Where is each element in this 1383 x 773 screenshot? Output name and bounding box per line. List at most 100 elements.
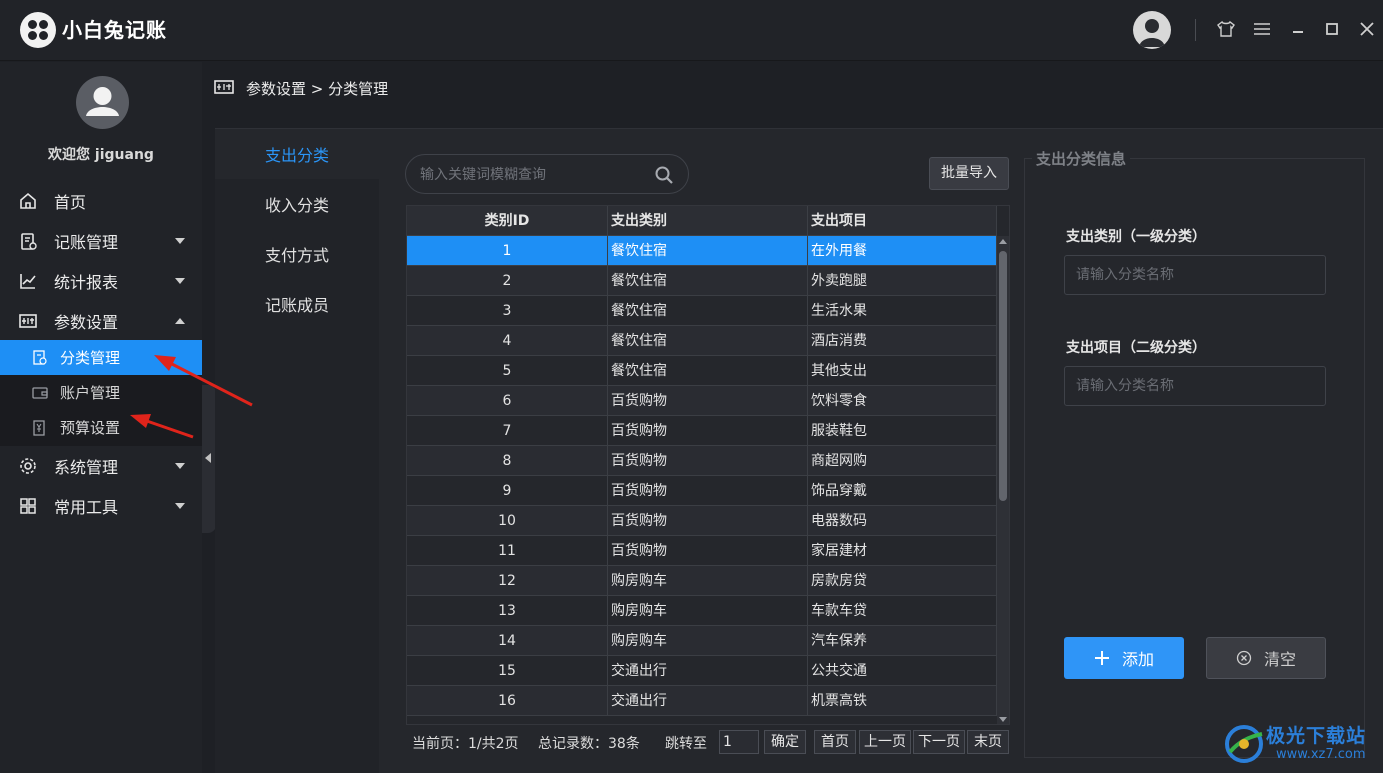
scrollbar-thumb[interactable] [999,251,1007,501]
batch-import-button[interactable]: 批量导入 [929,157,1009,190]
skin-icon[interactable] [1214,16,1238,42]
table-row[interactable]: 1 餐饮住宿 在外用餐 [407,236,997,266]
welcome-text: 欢迎您 jiguang [48,147,154,163]
tab-members[interactable]: 记账成员 [215,279,379,329]
table-row[interactable]: 15 交通出行 公共交通 [407,656,997,686]
column-header-item[interactable]: 支出项目 [808,206,997,236]
cell-item: 车款车贷 [808,596,997,626]
maximize-icon[interactable] [1320,16,1344,42]
user-avatar-icon[interactable] [1133,11,1171,49]
cell-id: 1 [407,236,608,266]
clear-button[interactable]: 清空 [1206,637,1326,679]
gear-icon [18,456,38,476]
table-row[interactable]: 16 交通出行 机票高铁 [407,686,997,716]
category-tabs: 支出分类 收入分类 支付方式 记账成员 [215,129,379,773]
cell-category: 百货购物 [608,416,808,446]
nav-system[interactable]: 系统管理 [0,446,202,486]
nav-params[interactable]: 参数设置 [0,301,202,341]
table-row[interactable]: 9 百货购物 饰品穿戴 [407,476,997,506]
cell-category: 餐饮住宿 [608,356,808,386]
info-panel-title: 支出分类信息 [1032,148,1131,169]
table-header: 类别ID 支出类别 支出项目 [407,206,997,236]
table-row[interactable]: 8 百货购物 商超网购 [407,446,997,476]
table-row[interactable]: 10 百货购物 电器数码 [407,506,997,536]
table-row[interactable]: 12 购房购车 房款房贷 [407,566,997,596]
sidebar-collapse-handle[interactable] [202,385,216,533]
add-button-label: 添加 [1121,650,1154,669]
tab-income-category[interactable]: 收入分类 [215,179,379,229]
cell-item: 房款房贷 [808,566,997,596]
category-table: 类别ID 支出类别 支出项目 1 餐饮住宿 在外用餐 2 餐饮住宿 外卖跑腿 3 餐饮住宿… [406,205,1010,725]
nav-reports[interactable]: 统计报表 [0,261,202,301]
cell-category: 百货购物 [608,386,808,416]
nav-home[interactable]: 首页 [0,181,202,221]
scroll-down-icon[interactable] [999,717,1007,722]
nav-bookkeeping[interactable]: 记账管理 [0,221,202,261]
cell-item: 酒店消费 [808,326,997,356]
jump-label: 跳转至 [665,736,707,752]
cell-category: 百货购物 [608,446,808,476]
item-name-input[interactable] [1064,366,1326,406]
cell-id: 11 [407,536,608,566]
menu-icon[interactable] [1250,16,1274,42]
table-row[interactable]: 7 百货购物 服装鞋包 [407,416,997,446]
cell-id: 9 [407,476,608,506]
next-page-button[interactable]: 下一页 [913,730,965,754]
column-header-id[interactable]: 类别ID [407,206,608,236]
table-scrollbar[interactable] [997,236,1009,724]
table-row[interactable]: 4 餐饮住宿 酒店消费 [407,326,997,356]
category-name-input[interactable] [1064,255,1326,295]
profile-avatar-icon[interactable] [76,76,129,129]
confirm-jump-button[interactable]: 确定 [764,730,806,754]
sub-item-budget[interactable]: 预算设置 [0,410,202,445]
category-icon [32,349,48,366]
item-label: 支出项目（二级分类） [1066,340,1206,356]
nav-reports-label: 统计报表 [54,273,119,292]
search-icon[interactable] [654,165,674,185]
jump-page-input[interactable] [719,730,759,754]
table-row[interactable]: 3 餐饮住宿 生活水果 [407,296,997,326]
nav-tools[interactable]: 常用工具 [0,486,202,526]
sub-item-category[interactable]: 分类管理 [0,340,202,375]
chevron-down-icon [175,278,185,284]
column-header-category[interactable]: 支出类别 [608,206,808,236]
search-input[interactable] [420,164,650,186]
close-icon[interactable] [1355,16,1379,42]
cell-item: 公共交通 [808,656,997,686]
table-row[interactable]: 5 餐饮住宿 其他支出 [407,356,997,386]
add-button[interactable]: 添加 [1064,637,1184,679]
cell-id: 10 [407,506,608,536]
sub-item-accounts[interactable]: 账户管理 [0,375,202,410]
cell-id: 4 [407,326,608,356]
cell-category: 交通出行 [608,686,808,716]
cell-item: 其他支出 [808,356,997,386]
minimize-icon[interactable] [1286,16,1310,42]
table-row[interactable]: 14 购房购车 汽车保养 [407,626,997,656]
cell-item: 家居建材 [808,536,997,566]
cell-item: 在外用餐 [808,236,997,266]
clear-circle-icon [1236,650,1252,666]
cell-item: 饮料零食 [808,386,997,416]
titlebar-divider [1195,19,1196,41]
sub-item-category-label: 分类管理 [60,349,121,367]
cell-id: 6 [407,386,608,416]
scroll-up-icon[interactable] [999,239,1007,244]
cell-item: 机票高铁 [808,686,997,716]
chevron-down-icon [175,463,185,469]
tab-expense-category[interactable]: 支出分类 [215,129,379,179]
tab-payment-method[interactable]: 支付方式 [215,229,379,279]
settings-panel-icon [18,311,38,331]
table-row[interactable]: 11 百货购物 家居建材 [407,536,997,566]
first-page-button[interactable]: 首页 [814,730,856,754]
params-submenu: 分类管理 账户管理 预算设置 [0,340,202,446]
table-row[interactable]: 2 餐饮住宿 外卖跑腿 [407,266,997,296]
cell-id: 15 [407,656,608,686]
grid-icon [18,496,38,516]
cell-id: 12 [407,566,608,596]
settings-panel-icon [214,80,234,94]
last-page-button[interactable]: 末页 [967,730,1009,754]
record-count: 总记录数：38条 [538,736,640,752]
prev-page-button[interactable]: 上一页 [859,730,911,754]
table-row[interactable]: 6 百货购物 饮料零食 [407,386,997,416]
table-row[interactable]: 13 购房购车 车款车贷 [407,596,997,626]
